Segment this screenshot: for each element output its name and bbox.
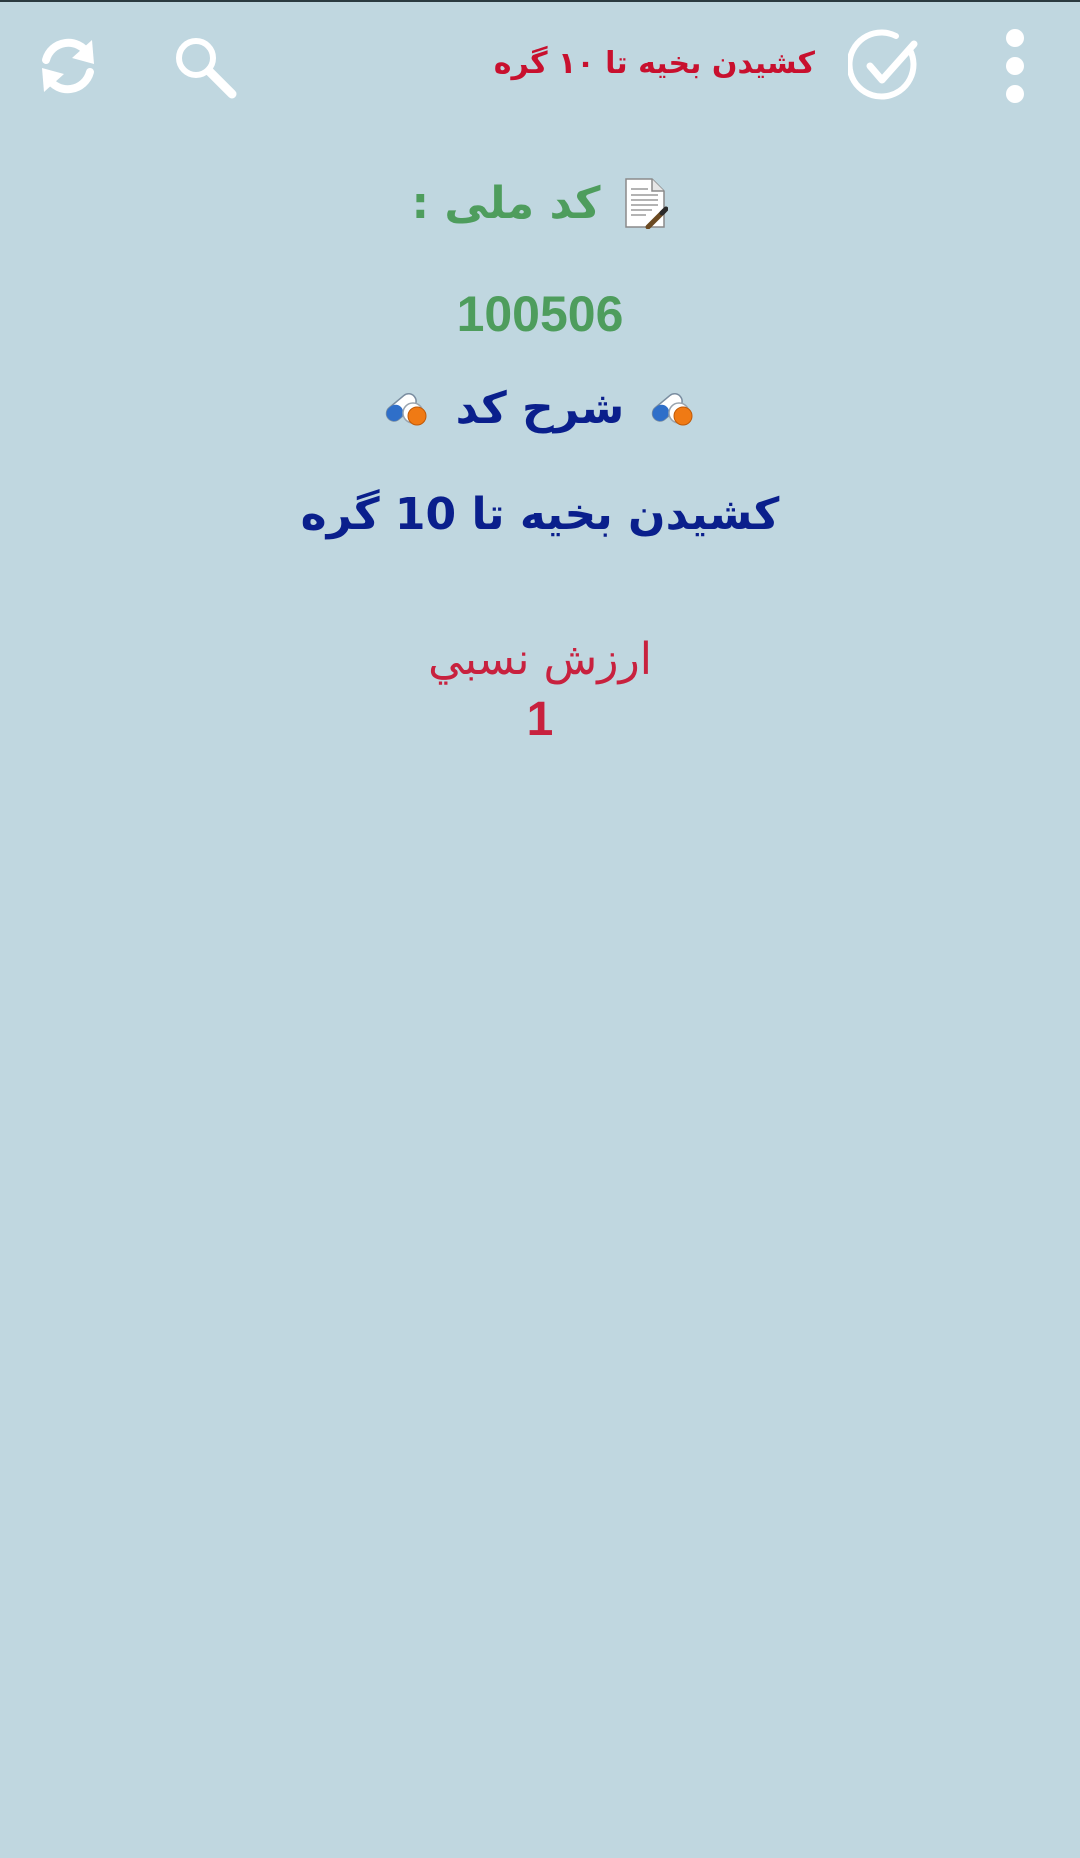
relative-value-label: ارزش نسبي <box>428 634 652 685</box>
document-icon <box>622 177 669 229</box>
pills-icon <box>648 386 698 430</box>
search-icon[interactable] <box>160 22 248 110</box>
national-code-value: 100506 <box>456 286 624 342</box>
app-toolbar: کشیدن بخیه تا ۱۰ گره <box>0 0 1080 136</box>
national-code-label: کد ملی : <box>411 177 601 229</box>
pills-icon <box>382 386 432 430</box>
description-header: شرح کد <box>0 373 1080 443</box>
description-label: شرح کد <box>455 382 625 434</box>
check-circle-icon[interactable] <box>842 22 930 110</box>
toolbar-title: کشیدن بخیه تا ۱۰ گره <box>493 46 815 81</box>
national-code-header: کد ملی : <box>0 168 1080 238</box>
more-vert-icon[interactable] <box>975 22 1055 110</box>
description-value: کشیدن بخیه تا 10 گره <box>300 489 780 540</box>
refresh-icon[interactable] <box>24 22 112 110</box>
relative-value: 1 <box>526 693 554 746</box>
